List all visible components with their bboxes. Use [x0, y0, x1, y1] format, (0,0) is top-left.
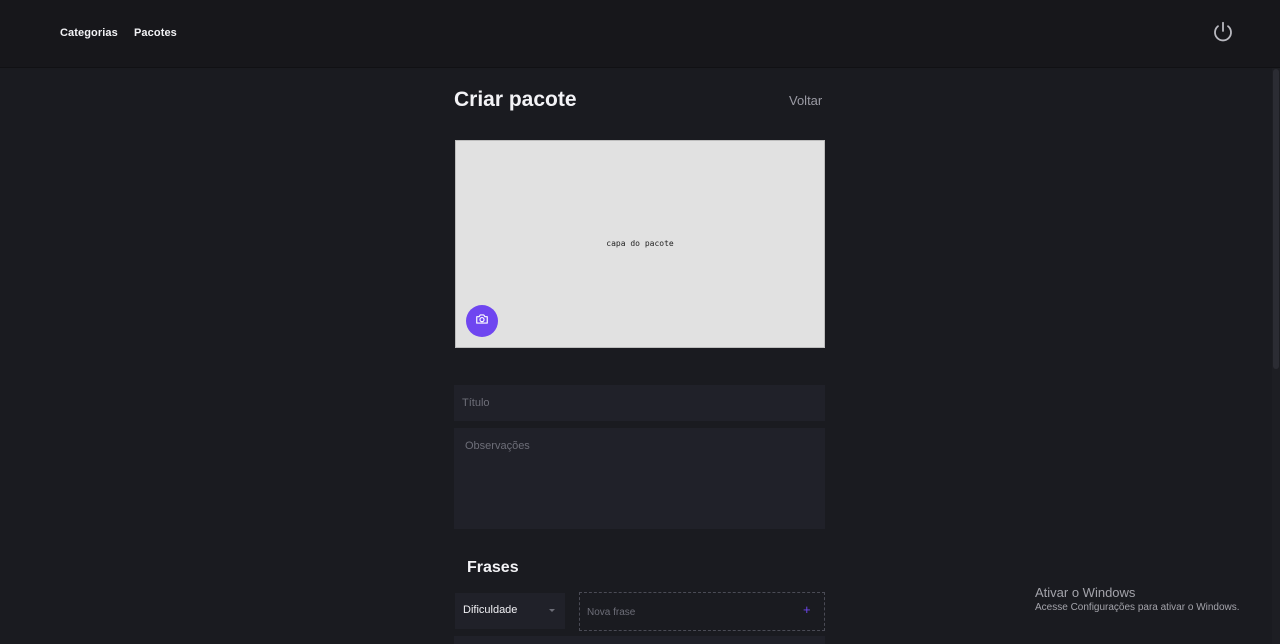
difficulty-select-label: Dificuldade — [463, 604, 518, 616]
chevron-down-icon — [549, 609, 555, 612]
scrollbar-thumb[interactable] — [1273, 69, 1279, 369]
observacoes-textarea[interactable] — [454, 428, 825, 529]
nav-link-categorias[interactable]: Categorias — [60, 27, 118, 39]
titulo-input[interactable] — [454, 385, 825, 421]
windows-activation-title: Ativar o Windows — [1035, 585, 1136, 600]
nav-link-pacotes[interactable]: Pacotes — [134, 27, 177, 39]
new-phrase-input[interactable] — [587, 604, 787, 620]
new-phrase-box: + — [579, 592, 825, 631]
cover-placeholder-text: capa do pacote — [606, 239, 674, 248]
add-phrase-button[interactable]: + — [803, 602, 811, 618]
phrase-list-item — [454, 636, 825, 644]
camera-icon — [475, 312, 489, 331]
difficulty-select[interactable]: Dificuldade — [455, 593, 565, 629]
upload-cover-button[interactable] — [466, 305, 498, 337]
frases-section-title: Frases — [467, 559, 519, 576]
top-navbar: Categorias Pacotes — [0, 0, 1280, 68]
cover-image-area[interactable]: capa do pacote — [455, 140, 825, 348]
back-link[interactable]: Voltar — [789, 93, 822, 108]
page-title: Criar pacote — [454, 88, 577, 111]
power-icon[interactable] — [1211, 20, 1235, 44]
windows-activation-subtitle: Acesse Configurações para ativar o Windo… — [1035, 602, 1240, 613]
